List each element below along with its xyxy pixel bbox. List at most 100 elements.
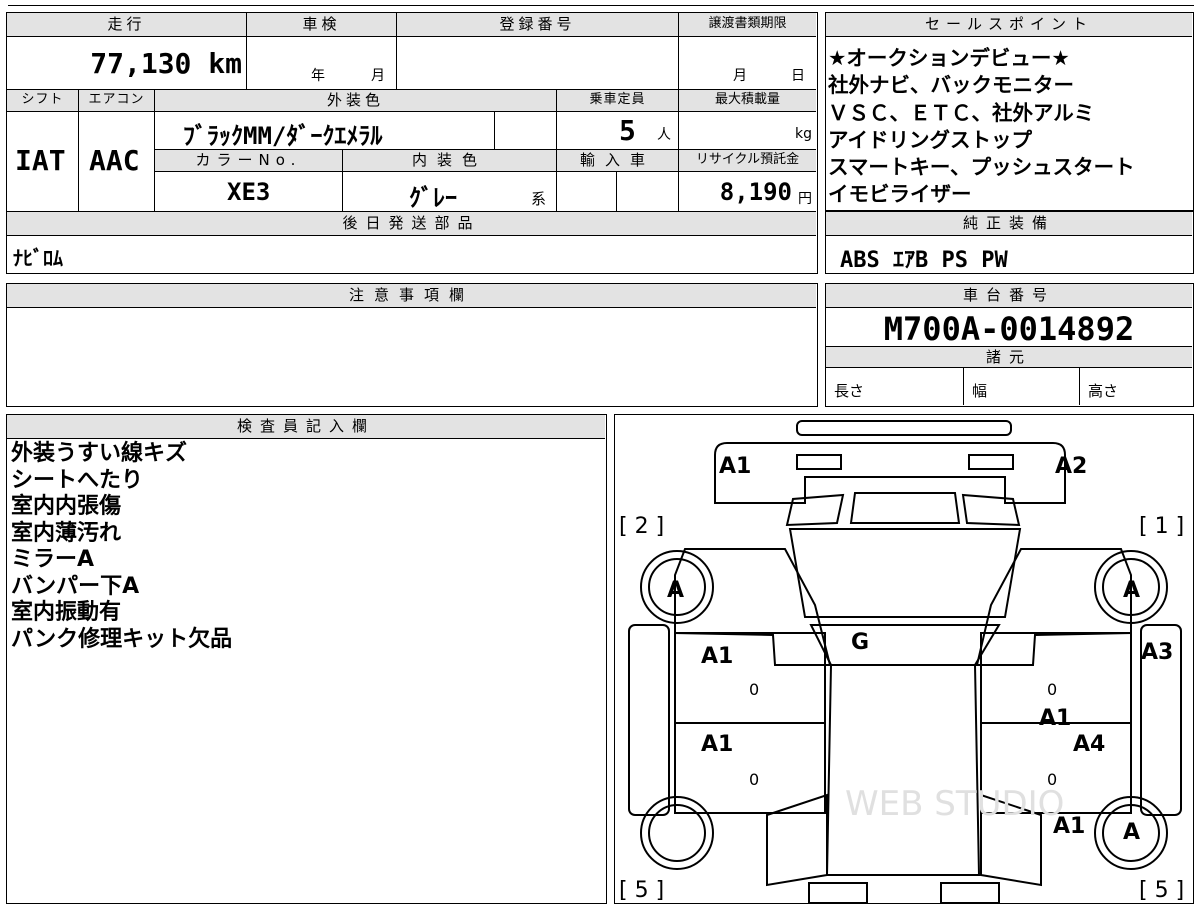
aircon-value: AAC bbox=[89, 144, 140, 177]
front-bumper-shape bbox=[796, 420, 1012, 436]
later-parts-label: 後日発送部品 bbox=[7, 212, 816, 236]
watermark: WEB STUDIO bbox=[845, 784, 1064, 824]
later-parts-value: ﾅﾋﾞﾛﾑ bbox=[13, 246, 63, 270]
vehicle-info-panel: 走行 車検 登録番号 譲渡書類期限 77,130 km 年 月 月 日 シフト … bbox=[6, 12, 818, 274]
roof-front-shape bbox=[809, 624, 1001, 666]
mark-zero-rl: 0 bbox=[749, 770, 759, 789]
left-sill-shape bbox=[628, 624, 670, 816]
inspector-note: 外装うすい線キズ bbox=[11, 441, 188, 466]
rear-left-quarter bbox=[766, 793, 828, 887]
capacity-unit: 人 bbox=[657, 127, 671, 143]
max-load-cell: kg bbox=[679, 112, 816, 150]
sales-points-header: セールスポイント bbox=[826, 13, 1192, 37]
mark-wheel-fl: A bbox=[667, 578, 684, 603]
inspection-cell: 年 月 bbox=[247, 37, 397, 90]
sales-point-line: ＶＳＣ、ＥＴＣ、社外アルミ bbox=[828, 100, 1095, 125]
windshield-shape bbox=[788, 528, 1022, 618]
front-right-fender bbox=[975, 548, 1132, 666]
mark-door-rl: A1 bbox=[701, 732, 733, 757]
shift-label: シフト bbox=[7, 90, 79, 112]
mark-front-left: A1 bbox=[719, 454, 751, 479]
inspector-panel: 検査員記入欄 外装うすい線キズ シートへたり 室内内張傷 室内薄汚れ ミラーA バンパー下… bbox=[6, 414, 607, 904]
equipment-value: ABS ｴｱB PS PW bbox=[840, 248, 1008, 273]
interior-color-label: 内装色 bbox=[343, 150, 557, 172]
specs-height-cell: 高さ bbox=[1080, 368, 1192, 405]
inspection-month: 月 bbox=[371, 68, 385, 84]
inspector-notes-list: 外装うすい線キズ シートへたり 室内内張傷 室内薄汚れ ミラーA バンパー下A 室内振動有パ… bbox=[11, 441, 601, 653]
specs-height-label: 高さ bbox=[1088, 382, 1119, 400]
inspector-note: 室内振動有 bbox=[11, 600, 122, 625]
inspector-header: 検査員記入欄 bbox=[7, 415, 605, 439]
mirror-left-shape bbox=[785, 493, 845, 527]
sales-point-line: アイドリングストップ bbox=[828, 127, 1032, 152]
exterior-color-extra bbox=[495, 112, 557, 150]
registration-label: 登録番号 bbox=[397, 13, 679, 37]
specs-header: 諸元 bbox=[826, 346, 1192, 368]
sales-points-list: ★オークションデビュー★ 社外ナビ、バックモニター ＶＳＣ、ＥＴＣ、社外アルミ アイド… bbox=[828, 45, 1192, 209]
recycle-unit: 円 bbox=[798, 191, 812, 207]
capacity-cell: 5 人 bbox=[557, 112, 679, 150]
equipment-panel: 純正装備 ABS ｴｱB PS PW bbox=[825, 211, 1194, 274]
inspector-note: シートへたり bbox=[11, 467, 144, 493]
mileage-label: 走行 bbox=[7, 13, 247, 37]
inspector-note: ミラーA bbox=[11, 547, 95, 572]
front-left-fender bbox=[674, 548, 832, 666]
import-cell-1 bbox=[557, 172, 617, 212]
door-rl-shape bbox=[674, 722, 826, 814]
mileage-cell: 77,130 km bbox=[7, 37, 247, 90]
door-fl-shape bbox=[674, 632, 826, 724]
exterior-color-cell: ﾌﾞﾗｯｸMM/ﾀﾞｰｸｴﾒﾗﾙ bbox=[155, 112, 495, 150]
mark-roof: G bbox=[851, 630, 869, 655]
car-diagram: A1 A2 [ 2 ] [ 1 ] A A G A1 A3 A1 A1 A4 A… bbox=[619, 420, 1184, 904]
mark-door-rr: A4 bbox=[1073, 732, 1105, 757]
inspection-label: 車検 bbox=[247, 13, 397, 37]
mark-door-fl: A1 bbox=[701, 644, 733, 669]
mileage-value: 77,130 bbox=[90, 47, 192, 80]
chassis-number: M700A-0014892 bbox=[883, 310, 1135, 348]
import-cell-2 bbox=[617, 172, 679, 212]
inspector-note: バンパー下A bbox=[11, 573, 140, 599]
rear-light-left bbox=[808, 882, 868, 904]
shift-value: IAT bbox=[15, 144, 66, 177]
mark-zero-fr: 0 bbox=[1047, 680, 1057, 699]
color-no-value: XE3 bbox=[227, 178, 271, 206]
wheel-rl-shape bbox=[640, 796, 714, 870]
mileage-unit: km bbox=[208, 47, 242, 80]
car-diagram-panel: A1 A2 [ 2 ] [ 1 ] A A G A1 A3 A1 A1 A4 A… bbox=[614, 414, 1194, 904]
front-light-right bbox=[968, 454, 1014, 470]
inspector-note: パンク修理キット欠品 bbox=[11, 626, 233, 652]
specs-width-label: 幅 bbox=[972, 382, 988, 400]
shift-cell: IAT bbox=[7, 112, 79, 212]
specs-width-cell: 幅 bbox=[964, 368, 1080, 405]
mark-window-rr: [ 5 ] bbox=[1139, 878, 1184, 903]
caution-header: 注意事項欄 bbox=[7, 284, 816, 308]
exterior-color-label: 外装色 bbox=[155, 90, 557, 112]
capacity-value: 5 bbox=[619, 114, 636, 147]
mark-door-fr: A3 bbox=[1141, 640, 1173, 665]
inspector-note: 室内薄汚れ bbox=[11, 520, 122, 546]
later-parts-cell: ﾅﾋﾞﾛﾑ bbox=[7, 236, 816, 272]
roof-shape bbox=[825, 664, 981, 876]
inspection-year: 年 bbox=[311, 68, 325, 84]
mirror-right-shape bbox=[961, 493, 1021, 527]
chassis-panel: 車台番号 M700A-0014892 諸元 長さ 幅 高さ bbox=[825, 283, 1194, 407]
max-load-label: 最大積載量 bbox=[679, 90, 816, 112]
caution-panel: 注意事項欄 bbox=[6, 283, 818, 407]
deadline-month: 月 bbox=[733, 68, 747, 84]
specs-length-cell: 長さ bbox=[826, 368, 964, 405]
deadline-label: 譲渡書類期限 bbox=[679, 13, 816, 37]
aircon-label: エアコン bbox=[79, 90, 155, 112]
deadline-cell: 月 日 bbox=[679, 37, 816, 90]
recycle-value: 8,190 bbox=[719, 178, 792, 206]
diagram-marks: A1 A2 [ 2 ] [ 1 ] A A G A1 A3 A1 A1 A4 A… bbox=[619, 454, 1184, 903]
mark-window-left: [ 2 ] bbox=[619, 514, 664, 539]
mark-front-right: A2 bbox=[1055, 454, 1087, 479]
sales-point-line: ★オークションデビュー★ bbox=[828, 46, 1070, 70]
mark-sill-fr: A1 bbox=[1039, 706, 1071, 731]
interior-color-suffix: 系 bbox=[531, 190, 547, 208]
inspector-note: 室内内張傷 bbox=[11, 494, 122, 519]
equipment-header: 純正装備 bbox=[826, 212, 1192, 236]
aircon-cell: AAC bbox=[79, 112, 155, 212]
mark-zero-fl: 0 bbox=[749, 680, 759, 699]
color-no-cell: XE3 bbox=[155, 172, 343, 212]
